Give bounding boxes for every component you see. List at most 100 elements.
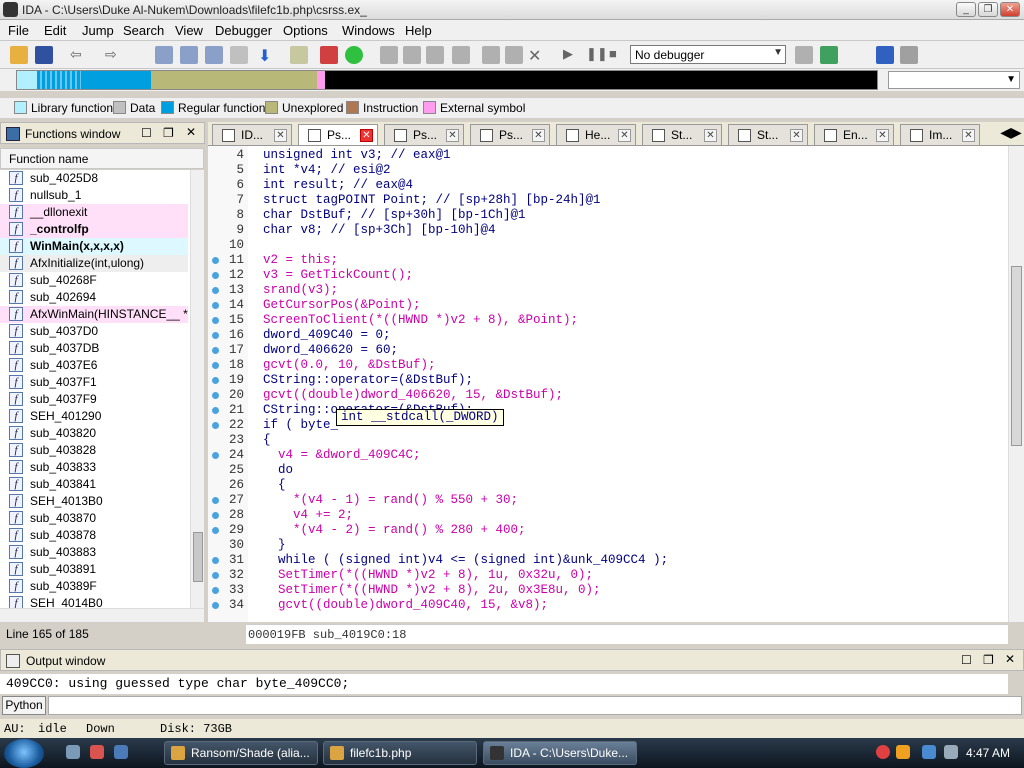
taskbar-item-filefc1b[interactable]: filefc1b.php — [323, 741, 477, 765]
tab-close-icon[interactable]: ✕ — [532, 129, 545, 142]
output-text[interactable]: 409CC0: using guessed type char byte_409… — [0, 674, 1008, 694]
enum-icon[interactable] — [403, 46, 421, 64]
menu-help[interactable]: Help — [405, 23, 432, 38]
command-input[interactable] — [48, 696, 1022, 715]
code-line[interactable]: 22 if ( byte_ — [208, 418, 998, 433]
function-list-item[interactable]: f sub_402694 — [0, 289, 188, 306]
tab-close-icon[interactable]: ✕ — [446, 129, 459, 142]
code-line[interactable]: 8 char DstBuf; // [sp+30h] [bp-1Ch]@1 — [208, 208, 998, 223]
code-line[interactable]: 13 srand(v3); — [208, 283, 998, 298]
function-list-item[interactable]: f SEH_401290 — [0, 408, 188, 425]
forward-arrow-icon[interactable]: ⇨ — [105, 46, 123, 64]
code-line[interactable]: 15 ScreenToClient(*((HWND *)v2 + 8), &Poi… — [208, 313, 998, 328]
graph-icon[interactable] — [820, 46, 838, 64]
security-alert-icon[interactable] — [876, 745, 890, 759]
code-line[interactable]: 29 *(v4 - 2) = rand() % 280 + 400; — [208, 523, 998, 538]
tab-scroll-left-icon[interactable]: ◀▶ — [1000, 124, 1022, 144]
function-list-item[interactable]: f sub_40389F — [0, 578, 188, 595]
function-list-item[interactable]: f AfxInitialize(int,ulong) — [0, 255, 188, 272]
back-arrow-icon[interactable]: ⇦ — [70, 46, 88, 64]
navigation-select[interactable]: ▼ — [888, 71, 1020, 89]
breakpoint-delete-icon[interactable] — [900, 46, 918, 64]
menu-search[interactable]: Search — [123, 23, 164, 38]
function-list-item[interactable]: f sub_403820 — [0, 425, 188, 442]
code-line[interactable]: 19 CString::operator=(&DstBuf); — [208, 373, 998, 388]
function-list-item[interactable]: f nullsub_1 — [0, 187, 188, 204]
menu-debugger[interactable]: Debugger — [215, 23, 272, 38]
menu-view[interactable]: View — [175, 23, 203, 38]
tab-close-icon[interactable]: ✕ — [704, 129, 717, 142]
search-binary-icon[interactable] — [205, 46, 223, 64]
function-list-item[interactable]: f sub_403828 — [0, 442, 188, 459]
function-list-item[interactable]: f sub_4037D0 — [0, 323, 188, 340]
function-list-item[interactable]: f AfxWinMain(HINSTANCE__ *,HI — [0, 306, 188, 323]
tab-close-icon[interactable]: ✕ — [790, 129, 803, 142]
tab-0[interactable]: ID... ✕ — [212, 124, 292, 145]
down-arrow-icon[interactable]: ⬇ — [258, 46, 276, 65]
restore-icon[interactable]: ☐ — [141, 126, 152, 140]
search-text-icon[interactable] — [180, 46, 198, 64]
code-line[interactable]: 21CString::operator=(&DstBuf); — [208, 403, 998, 418]
explorer-icon[interactable] — [114, 745, 128, 759]
function-list-item[interactable]: f sub_4025D8 — [0, 170, 188, 187]
menu-options[interactable]: Options — [283, 23, 328, 38]
warning-icon[interactable] — [320, 46, 338, 64]
tab-6[interactable]: St... ✕ — [728, 124, 808, 145]
code-line[interactable]: 25 do — [208, 463, 998, 478]
network-icon[interactable] — [922, 745, 936, 759]
print-icon[interactable] — [230, 46, 248, 64]
close-button[interactable]: ✕ — [1000, 2, 1020, 17]
function-list-item[interactable]: f __dllonexit — [0, 204, 188, 221]
cross-icon[interactable]: ✕ — [528, 46, 546, 65]
functions-list[interactable]: f sub_4025D8 f nullsub_1 f __dllonexit f _contr… — [0, 170, 190, 608]
function-list-item[interactable]: f sub_4037F9 — [0, 391, 188, 408]
function-list-item[interactable]: f sub_403883 — [0, 544, 188, 561]
code-line[interactable]: 20 gcvt((double)dword_406620, 15, &DstBuf… — [208, 388, 998, 403]
play-icon[interactable]: ▶ — [563, 46, 581, 64]
menu-edit[interactable]: Edit — [44, 23, 66, 38]
code-line[interactable]: 27 *(v4 - 1) = rand() % 550 + 30; — [208, 493, 998, 508]
tab-5[interactable]: St... ✕ — [642, 124, 722, 145]
functions-window-titlebar[interactable]: Functions window ☐ ❐ ✕ — [0, 122, 205, 144]
python-button[interactable]: Python — [2, 696, 46, 715]
function-list-item[interactable]: f SEH_4014B0 — [0, 595, 188, 608]
tab-close-icon[interactable]: ✕ — [962, 129, 975, 142]
navigation-band[interactable] — [16, 70, 878, 90]
tab-close-icon[interactable]: ✕ — [360, 129, 373, 142]
function-list-item[interactable]: f sub_4037E6 — [0, 357, 188, 374]
code-line[interactable]: 4 unsigned int v3; // eax@1 — [208, 148, 998, 163]
menu-jump[interactable]: Jump — [82, 23, 114, 38]
stop-icon[interactable]: ■ — [609, 46, 627, 64]
debugger-select[interactable]: No debugger ▼ — [630, 45, 786, 64]
float-icon[interactable]: ❐ — [163, 126, 174, 140]
code-line[interactable]: 9 char v8; // [sp+3Ch] [bp-10h]@4 — [208, 223, 998, 238]
tab-1[interactable]: Ps... ✕ — [298, 124, 378, 145]
function-list-item[interactable]: f SEH_4013B0 — [0, 493, 188, 510]
pause-icon[interactable]: ❚❚ — [586, 46, 608, 64]
breakpoint-add-icon[interactable] — [876, 46, 894, 64]
function-list-item[interactable]: f sub_40268F — [0, 272, 188, 289]
function-list-item[interactable]: f sub_403870 — [0, 510, 188, 527]
function-list-item[interactable]: f sub_403891 — [0, 561, 188, 578]
plugin-icon[interactable] — [482, 46, 500, 64]
struct-icon[interactable] — [380, 46, 398, 64]
code-line[interactable]: 17 dword_406620 = 60; — [208, 343, 998, 358]
open-icon[interactable] — [10, 46, 28, 64]
function-list-item[interactable]: f WinMain(x,x,x,x) — [0, 238, 188, 255]
title-bar[interactable]: IDA - C:\Users\Duke Al-Nukem\Downloads\f… — [0, 0, 1024, 20]
code-line[interactable]: 7 struct tagPOINT Point; // [sp+28h] [bp-… — [208, 193, 998, 208]
function-list-item[interactable]: f sub_4037DB — [0, 340, 188, 357]
volume-icon[interactable] — [944, 745, 958, 759]
patch-icon[interactable] — [505, 46, 523, 64]
search-icon[interactable] — [896, 745, 910, 759]
binoculars-icon[interactable] — [155, 46, 173, 64]
function-list-item[interactable]: f _controlfp — [0, 221, 188, 238]
menu-windows[interactable]: Windows — [342, 23, 395, 38]
code-line[interactable]: 12 v3 = GetTickCount(); — [208, 268, 998, 283]
tab-4[interactable]: He... ✕ — [556, 124, 636, 145]
function-name-column-header[interactable]: Function name — [0, 148, 204, 169]
save-icon[interactable] — [35, 46, 53, 64]
code-line[interactable]: 18 gcvt(0.0, 10, &DstBuf); — [208, 358, 998, 373]
xref-icon[interactable] — [426, 46, 444, 64]
code-icon[interactable] — [452, 46, 470, 64]
